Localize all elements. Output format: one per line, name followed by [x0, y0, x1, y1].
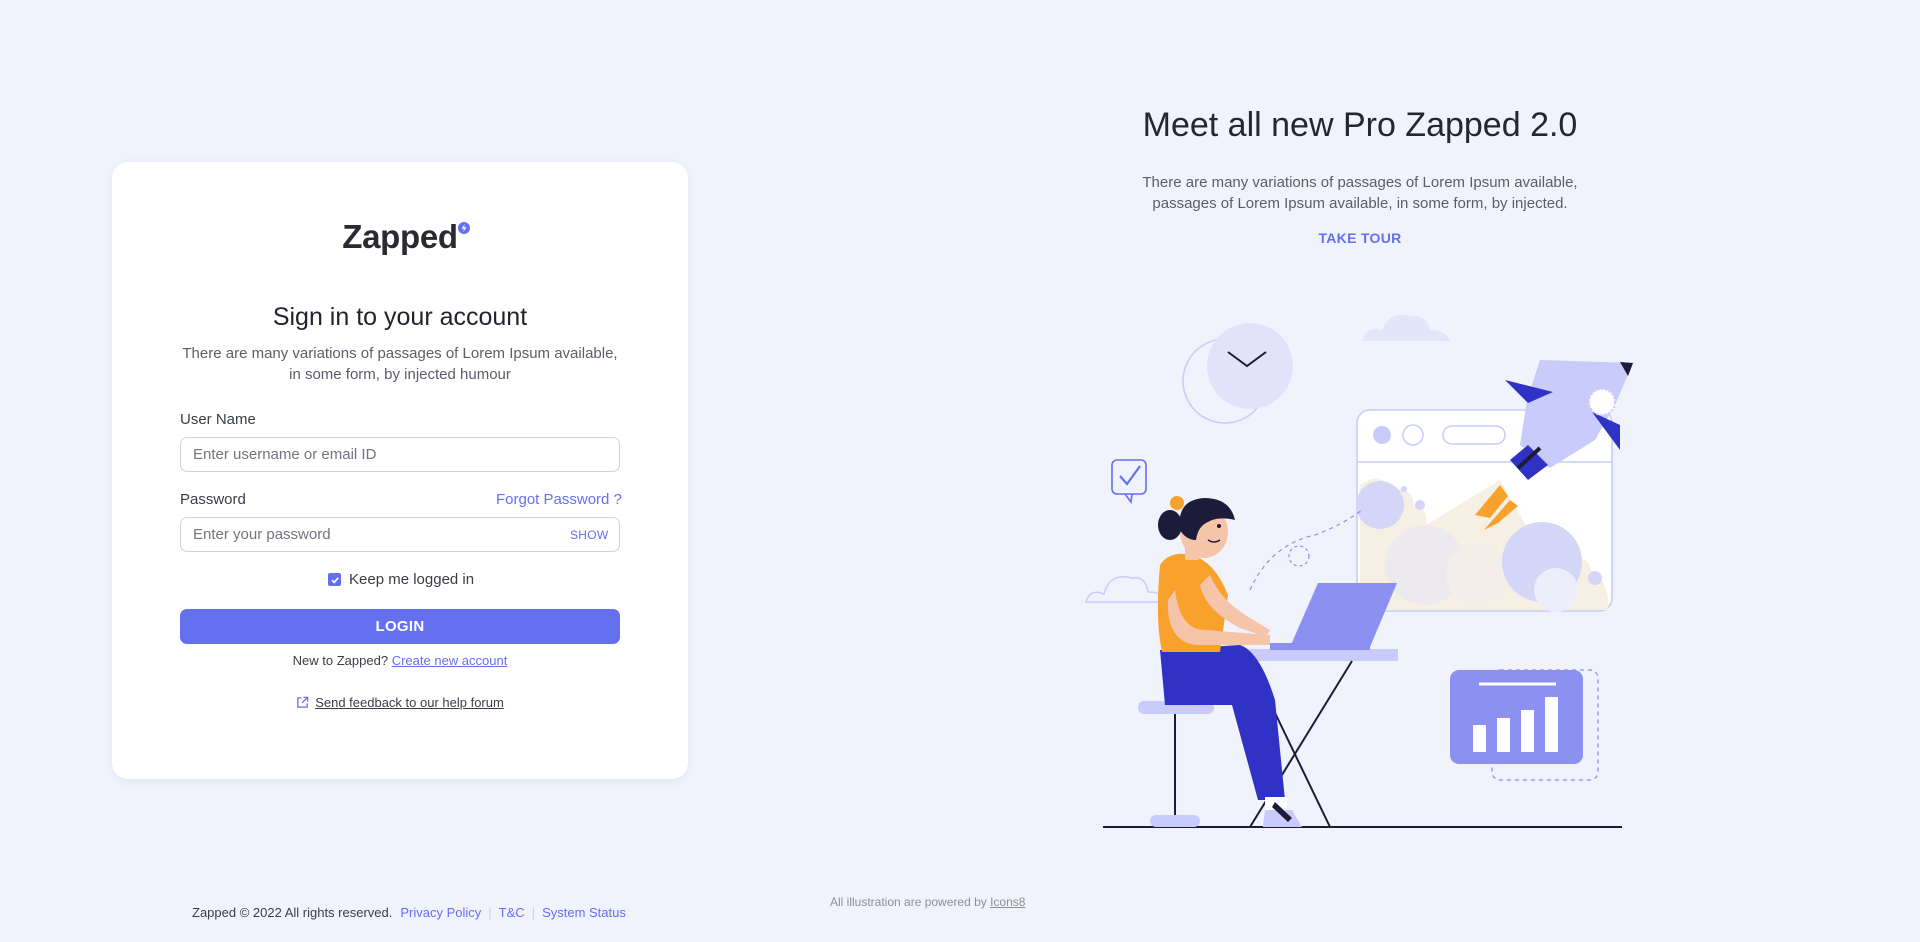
- username-input[interactable]: [180, 437, 620, 472]
- copyright: Zapped © 2022 All rights reserved.: [192, 905, 393, 920]
- laptop-illustration: [1270, 583, 1397, 650]
- create-account-link[interactable]: Create new account: [392, 653, 508, 668]
- promo-subtitle-line-2: passages of Lorem Ipsum available, in so…: [1152, 195, 1568, 212]
- divider: |: [531, 905, 536, 920]
- password-label: Password: [180, 491, 246, 508]
- promo-subtitle: There are many variations of passages of…: [1110, 172, 1610, 214]
- new-account-prefix: New to Zapped?: [292, 653, 389, 668]
- credit-prefix: All illustration are powered by: [830, 895, 987, 909]
- new-account-row: New to Zapped? Create new account: [112, 653, 688, 668]
- icons8-link[interactable]: Icons8: [990, 895, 1025, 909]
- stool-illustration: [1138, 701, 1214, 827]
- take-tour-link[interactable]: TAKE TOUR: [1260, 230, 1460, 246]
- person-illustration: [1157, 496, 1302, 827]
- terms-link[interactable]: T&C: [499, 905, 525, 920]
- feedback-link[interactable]: Send feedback to our help forum: [315, 695, 504, 710]
- system-status-link[interactable]: System Status: [542, 905, 626, 920]
- chart-card-illustration: [1450, 669, 1599, 781]
- check-bubble-icon: [1111, 459, 1147, 505]
- promo-title: Meet all new Pro Zapped 2.0: [1142, 106, 1578, 144]
- keep-logged-in-label: Keep me logged in: [349, 571, 475, 588]
- divider: |: [488, 905, 492, 920]
- keep-logged-in[interactable]: Keep me logged in: [328, 571, 474, 588]
- logo: Zapped: [112, 218, 688, 256]
- forgot-password-link[interactable]: Forgot Password ?: [496, 491, 622, 508]
- username-label: User Name: [180, 411, 256, 428]
- page-title: Sign in to your account: [272, 303, 528, 331]
- password-input[interactable]: [180, 517, 620, 552]
- bolt-icon: [457, 222, 470, 234]
- keep-logged-in-checkbox[interactable]: [328, 573, 341, 586]
- promo-subtitle-line-1: There are many variations of passages of…: [1142, 174, 1578, 191]
- privacy-policy-link[interactable]: Privacy Policy: [400, 905, 481, 920]
- page-subtitle: There are many variations of passages of…: [182, 345, 618, 383]
- hero-illustration: [1085, 314, 1633, 828]
- clock-icon: [1182, 323, 1293, 424]
- external-link-icon: [297, 696, 309, 708]
- logo-text: Zapped: [342, 218, 458, 255]
- footer: Zapped © 2022 All rights reserved. Priva…: [192, 905, 626, 920]
- check-icon: [330, 576, 339, 584]
- illustration-credit: All illustration are powered by Icons8: [830, 895, 1025, 909]
- login-button[interactable]: LOGIN: [180, 609, 620, 644]
- feedback-row: Send feedback to our help forum: [112, 695, 688, 712]
- show-password-button[interactable]: SHOW: [570, 528, 609, 542]
